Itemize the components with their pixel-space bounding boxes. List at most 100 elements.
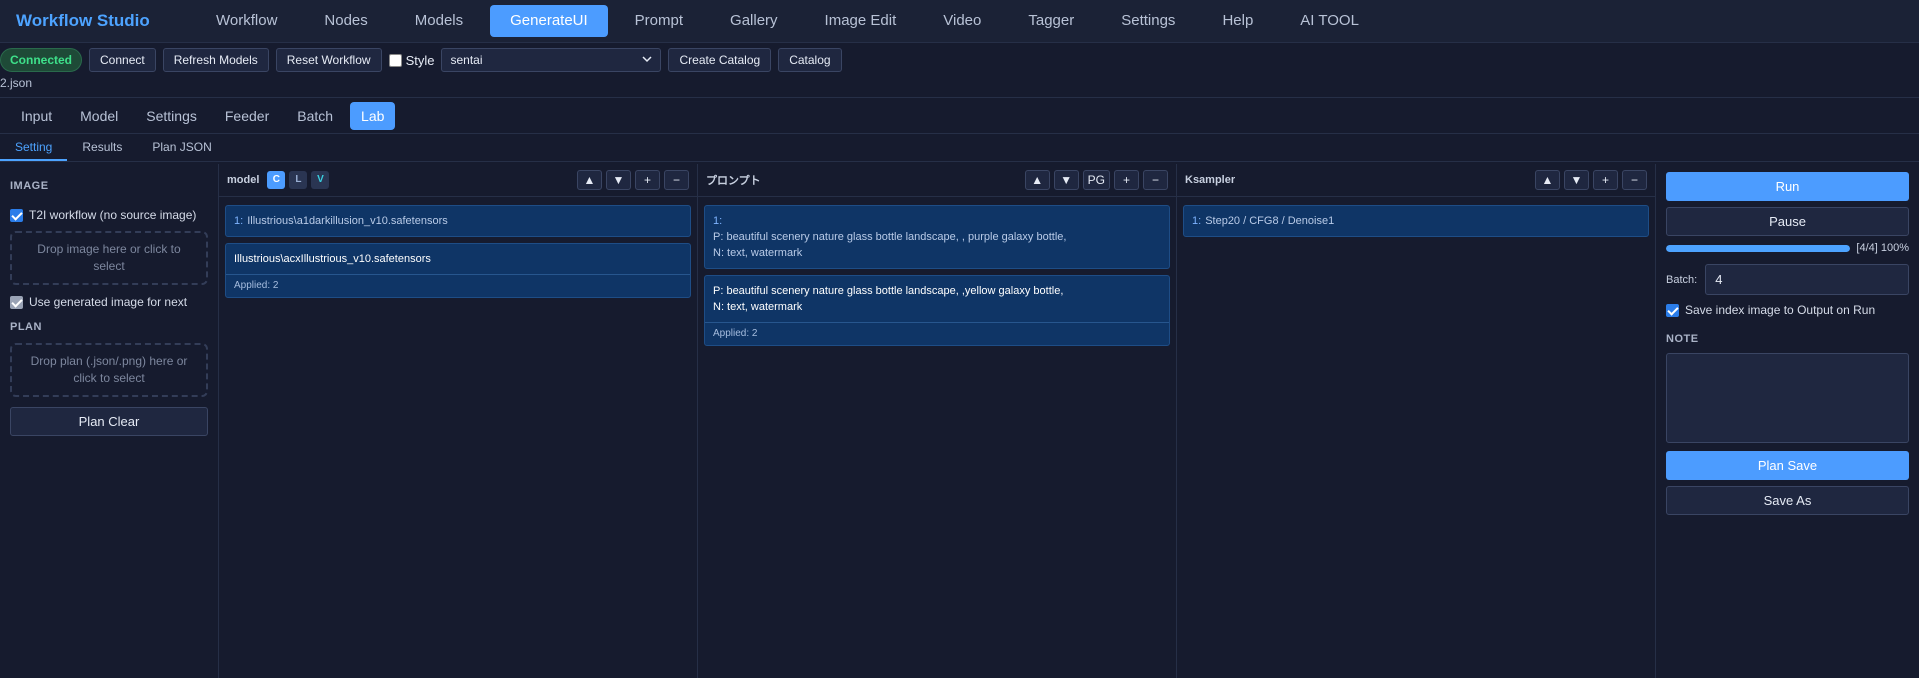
positive-prompt: P: beautiful scenery nature glass bottle… <box>713 231 1067 243</box>
nav-models[interactable]: Models <box>395 5 483 37</box>
subtab-input[interactable]: Input <box>10 102 63 130</box>
save-index-checkbox[interactable] <box>1666 303 1679 317</box>
item-text: Step20 / CFG8 / Denoise1 <box>1205 215 1335 227</box>
model-column: model C L V ▲ ▼ + − 1: Illustrious\a1dark… <box>219 164 698 678</box>
nav-ai-tool[interactable]: AI TOOL <box>1280 5 1379 37</box>
subtab-model[interactable]: Model <box>69 102 129 130</box>
pg-button[interactable]: PG <box>1082 170 1110 190</box>
toolbar: Connected Connect Refresh Models Reset W… <box>0 43 1919 77</box>
t2i-checkbox[interactable] <box>10 208 23 222</box>
move-down-button[interactable]: ▼ <box>1564 170 1589 190</box>
model-cards: 1: Illustrious\a1darkillusion_v10.safeten… <box>219 197 697 306</box>
item-number: 1: <box>713 215 723 227</box>
ksampler-column-title: Ksampler <box>1185 174 1236 186</box>
note-heading: NOTE <box>1666 333 1699 345</box>
plan-clear-button[interactable]: Plan Clear <box>10 407 208 436</box>
refresh-models-button[interactable]: Refresh Models <box>162 48 269 72</box>
list-item[interactable]: 1: P: beautiful scenery nature glass bot… <box>704 205 1170 269</box>
tab-setting[interactable]: Setting <box>0 134 68 161</box>
plan-dropzone[interactable]: Drop plan (.json/.png) here or click to … <box>10 343 208 397</box>
move-up-button[interactable]: ▲ <box>1024 170 1050 190</box>
progress-fill <box>1666 244 1851 252</box>
subtab-batch[interactable]: Batch <box>286 102 344 130</box>
applied-count: Applied: 2 <box>226 274 690 297</box>
list-item[interactable]: 1: Step20 / CFG8 / Denoise1 <box>1183 205 1649 237</box>
image-section-heading: IMAGE <box>10 180 49 192</box>
use-generated-checkbox[interactable] <box>10 295 23 309</box>
connection-status-badge: Connected <box>0 48 83 72</box>
tab-plan-json[interactable]: Plan JSON <box>137 134 226 161</box>
style-checkbox[interactable] <box>388 53 402 67</box>
nav-help[interactable]: Help <box>1202 5 1273 37</box>
nav-nodes[interactable]: Nodes <box>304 5 387 37</box>
subtab-feeder[interactable]: Feeder <box>214 102 280 130</box>
ksampler-column-header: Ksampler ▲ ▼ + − <box>1177 164 1655 197</box>
negative-prompt: N: text, watermark <box>713 247 803 259</box>
plan-section-heading: PLAN <box>10 321 42 333</box>
model-column-title: model <box>227 174 260 186</box>
save-index-option[interactable]: Save index image to Output on Run <box>1666 303 1909 317</box>
subtab-lab[interactable]: Lab <box>350 101 396 130</box>
use-generated-option[interactable]: Use generated image for next <box>10 295 208 309</box>
item-number: 1: <box>1192 215 1202 227</box>
chevron-down-icon <box>642 53 653 67</box>
nav-video[interactable]: Video <box>923 5 1001 37</box>
run-button[interactable]: Run <box>1666 172 1909 201</box>
remove-button[interactable]: − <box>1143 170 1168 190</box>
move-up-button[interactable]: ▲ <box>577 170 602 190</box>
nav-gallery[interactable]: Gallery <box>710 5 798 37</box>
tab-results[interactable]: Results <box>67 134 137 161</box>
nav-generateui[interactable]: GenerateUI <box>490 5 608 37</box>
reset-workflow-button[interactable]: Reset Workflow <box>275 48 382 72</box>
item-text: Illustrious\acxIllustrious_v10.safetenso… <box>234 253 431 265</box>
ksampler-cards: 1: Step20 / CFG8 / Denoise1 <box>1177 197 1655 245</box>
move-down-button[interactable]: ▼ <box>606 170 631 190</box>
batch-input[interactable]: 4 <box>1705 264 1909 295</box>
catalog-button[interactable]: Catalog <box>778 48 842 72</box>
add-button[interactable]: + <box>1593 170 1618 190</box>
image-dropzone[interactable]: Drop image here or click to select <box>10 231 208 285</box>
style-toggle[interactable]: Style <box>388 53 434 68</box>
connect-button[interactable]: Connect <box>89 48 156 72</box>
chip-v[interactable]: V <box>311 171 330 189</box>
prompt-column: プロンプト ▲ ▼ PG + − 1: P: beautiful scenery… <box>698 164 1177 678</box>
create-catalog-button[interactable]: Create Catalog <box>668 48 772 72</box>
remove-button[interactable]: − <box>1622 170 1647 190</box>
prompt-column-title: プロンプト <box>706 175 761 187</box>
pause-button[interactable]: Pause <box>1666 207 1909 236</box>
nav-prompt[interactable]: Prompt <box>615 5 703 37</box>
chip-c[interactable]: C <box>267 171 286 189</box>
note-textarea[interactable] <box>1666 353 1909 443</box>
add-button[interactable]: + <box>635 170 660 190</box>
positive-prompt: P: beautiful scenery nature glass bottle… <box>713 285 1064 297</box>
add-button[interactable]: + <box>1114 170 1139 190</box>
list-item[interactable]: Illustrious\acxIllustrious_v10.safetenso… <box>225 243 691 298</box>
nav-image-edit[interactable]: Image Edit <box>805 5 917 37</box>
list-item[interactable]: P: beautiful scenery nature glass bottle… <box>704 275 1170 346</box>
batch-label: Batch: <box>1666 273 1698 286</box>
batch-row: Batch: 4 <box>1666 264 1909 295</box>
save-index-label: Save index image to Output on Run <box>1685 303 1876 317</box>
left-panel: IMAGE T2I workflow (no source image) Dro… <box>0 164 219 678</box>
applied-count: Applied: 2 <box>705 322 1169 345</box>
nav-workflow[interactable]: Workflow <box>196 5 297 37</box>
app-title: Workflow Studio <box>16 11 150 30</box>
t2i-label: T2I workflow (no source image) <box>29 208 197 222</box>
save-as-button[interactable]: Save As <box>1666 486 1909 515</box>
item-number: 1: <box>234 215 244 227</box>
chip-l[interactable]: L <box>289 171 308 189</box>
list-item[interactable]: 1: Illustrious\a1darkillusion_v10.safeten… <box>225 205 691 237</box>
move-up-button[interactable]: ▲ <box>1535 170 1560 190</box>
prompt-cards: 1: P: beautiful scenery nature glass bot… <box>698 197 1176 354</box>
nav-settings[interactable]: Settings <box>1101 5 1195 37</box>
t2i-option[interactable]: T2I workflow (no source image) <box>10 208 208 222</box>
progress-text: [4/4] 100% <box>1856 242 1909 254</box>
move-down-button[interactable]: ▼ <box>1053 170 1079 190</box>
remove-button[interactable]: − <box>664 170 689 190</box>
plan-save-button[interactable]: Plan Save <box>1666 451 1909 480</box>
subtabs: Input Model Settings Feeder Batch Lab <box>0 97 1919 134</box>
nav-tagger[interactable]: Tagger <box>1008 5 1094 37</box>
workflow-select-value: sentai <box>450 53 483 67</box>
subtab-settings[interactable]: Settings <box>135 102 208 130</box>
workflow-select[interactable]: sentai <box>441 48 662 72</box>
